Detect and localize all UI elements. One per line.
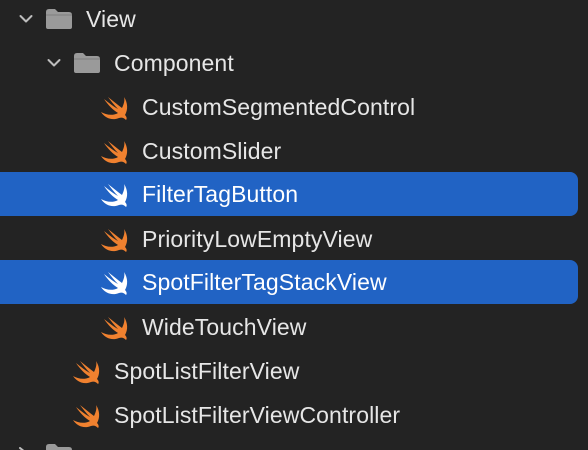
navigator-item-label: SpotFilterTagStackView — [142, 269, 387, 295]
navigator-item-label: CustomSlider — [142, 138, 282, 164]
navigator-row-swift-file[interactable]: WideTouchView — [0, 305, 578, 349]
swift-icon — [100, 313, 132, 341]
navigator-row-swift-file[interactable]: CustomSlider — [0, 129, 578, 173]
navigator-item-label: WideTouchView — [142, 314, 307, 340]
navigator-item-label: View — [86, 6, 136, 32]
folder-icon — [44, 7, 74, 31]
swift-icon — [100, 268, 132, 296]
navigator-item-label: SpotListFilterView — [114, 358, 300, 384]
chevron-down-icon[interactable] — [18, 11, 34, 27]
folder-icon — [44, 442, 74, 450]
folder-icon — [72, 51, 102, 75]
navigator-item-label: Component — [114, 50, 234, 76]
navigator-row-swift-file[interactable]: CustomSegmentedControl — [0, 85, 578, 129]
swift-icon — [72, 357, 104, 385]
swift-icon — [100, 93, 132, 121]
navigator-row-swift-file[interactable]: SpotListFilterViewController — [0, 393, 578, 437]
project-navigator: View Component CustomSegmentedControl Cu… — [0, 0, 588, 450]
chevron-right-icon — [18, 444, 28, 450]
navigator-item-label: PriorityLowEmptyView — [142, 226, 373, 252]
navigator-row-swift-file-selected[interactable]: FilterTagButton — [0, 172, 578, 216]
navigator-row-view-folder[interactable]: View — [0, 0, 578, 41]
swift-icon — [100, 137, 132, 165]
navigator-item-label: FilterTagButton — [142, 181, 299, 207]
navigator-row-swift-file[interactable]: SpotListFilterView — [0, 349, 578, 393]
navigator-item-label: CustomSegmentedControl — [142, 94, 416, 120]
navigator-row-swift-file-selected[interactable]: SpotFilterTagStackView — [0, 260, 578, 304]
chevron-down-icon[interactable] — [46, 55, 62, 71]
navigator-row-swift-file[interactable]: PriorityLowEmptyView — [0, 217, 578, 261]
swift-icon — [100, 180, 132, 208]
navigator-row-component-folder[interactable]: Component — [0, 41, 578, 85]
swift-icon — [100, 225, 132, 253]
navigator-item-label: SpotListFilterViewController — [114, 402, 401, 428]
navigator-row-partial — [0, 438, 588, 450]
swift-icon — [72, 401, 104, 429]
